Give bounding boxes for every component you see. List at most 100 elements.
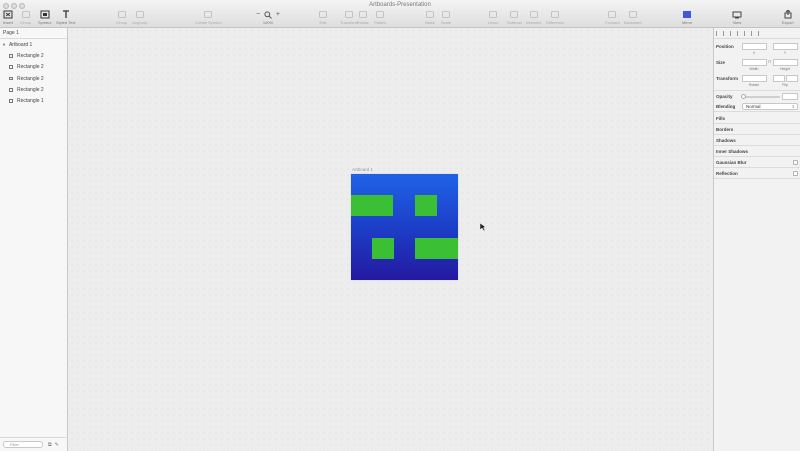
rectangle-layer-icon (9, 54, 13, 58)
opacity-slider-knob[interactable] (741, 94, 746, 99)
chevron-updown-icon: ⇕ (791, 104, 795, 109)
section-borders[interactable]: Borders (714, 124, 800, 135)
group-objects-icon (117, 11, 126, 18)
x-sublabel: X (752, 51, 756, 55)
enable-checkbox[interactable] (793, 171, 798, 176)
rectangle-top-left[interactable] (351, 195, 393, 216)
toolbar-button-insert[interactable]: Insert (3, 10, 13, 27)
rotate-sublabel: Rotate (748, 83, 760, 87)
toolbar-button-forward[interactable]: Forward (605, 10, 620, 27)
layer-rectangle[interactable]: Rectangle 2 (0, 62, 67, 73)
rotate-field[interactable] (742, 75, 767, 82)
flip-horizontal-button[interactable] (773, 75, 785, 82)
toolbar-button-ungroup[interactable]: Ungroup (132, 10, 147, 27)
rectangle-layer-icon (9, 76, 13, 81)
blending-row: Blending Normal ⇕ (714, 101, 800, 112)
rectangle-layer-icon (9, 88, 13, 92)
toolbar-button-label: Export (782, 20, 794, 25)
toolbar-button-label: Mirror (682, 20, 693, 25)
zoom-control[interactable]: − + 100% (256, 10, 280, 27)
align-left-icon[interactable] (716, 30, 720, 36)
toolbar-button-label: Forward (605, 20, 620, 25)
toolbar-button-view[interactable]: View (732, 10, 742, 27)
forward-icon (608, 11, 617, 18)
window-toolbar: Artboards-Presentation Insert Group Symbol… (0, 0, 800, 28)
layer-artboard[interactable]: ▼ Artboard 1 (0, 39, 67, 50)
union-icon (489, 11, 498, 18)
width-field[interactable] (742, 59, 767, 66)
toolbar-button-create-symbol[interactable]: Create Symbol (195, 10, 221, 27)
rectangle-bottom-left[interactable] (372, 238, 394, 259)
section-inner-shadows[interactable]: Inner Shadows (714, 146, 800, 157)
section-reflection[interactable]: Reflection (714, 168, 800, 179)
section-gaussian-blur[interactable]: Gaussian Blur (714, 157, 800, 168)
zoom-out-button[interactable]: − (256, 11, 260, 18)
toolbar-button-label: Mask (425, 20, 435, 25)
toolbar-button-intersect[interactable]: Intersect (526, 10, 541, 27)
filter-input[interactable]: Filter (3, 441, 43, 448)
toolbar-button-transform[interactable]: Transform (340, 10, 358, 27)
align-middle-icon[interactable] (744, 30, 748, 36)
toolbar-button-symbol[interactable]: Symbol (38, 10, 51, 27)
toolbar-button-group[interactable]: Group (20, 10, 31, 27)
toolbar-button-difference[interactable]: Difference (546, 10, 564, 27)
difference-icon (551, 11, 559, 18)
enable-checkbox[interactable] (793, 160, 798, 165)
distribute-icon[interactable] (758, 30, 762, 36)
rectangle-bottom-right[interactable] (415, 238, 458, 259)
align-bottom-icon[interactable] (751, 30, 755, 36)
artboard-label[interactable]: Artboard 1 (352, 167, 373, 172)
toolbar-button-label: Group (116, 20, 128, 25)
align-top-icon[interactable] (737, 30, 741, 36)
opacity-slider[interactable] (742, 96, 780, 98)
toolbar-button-label: Create Symbol (195, 20, 222, 25)
toolbar-button-label: Scale (441, 20, 452, 25)
toolbar-button-export[interactable]: Export (782, 10, 794, 27)
layer-rectangle[interactable]: Rectangle 2 (0, 73, 67, 84)
section-fills[interactable]: Fills (714, 113, 800, 124)
toolbar-button-backward[interactable]: Backward (624, 10, 642, 27)
page-selector[interactable]: Page 1 (0, 28, 67, 39)
flip-vertical-button[interactable] (786, 75, 798, 82)
toolbar-button-flatten[interactable]: Flatten (374, 10, 386, 27)
transform-label: Transform (716, 76, 739, 81)
disclosure-triangle-icon[interactable]: ▼ (2, 42, 6, 47)
x-field[interactable] (742, 43, 767, 50)
ungroup-icon (135, 11, 144, 18)
toolbar-button-group[interactable]: Group (116, 10, 127, 27)
y-field[interactable] (773, 43, 798, 50)
layer-rectangle[interactable]: Rectangle 1 (0, 95, 67, 106)
align-center-icon[interactable] (723, 30, 727, 36)
mask-icon (426, 11, 434, 18)
blending-select[interactable]: Normal ⇕ (742, 103, 798, 110)
magnifier-icon (264, 10, 272, 19)
rectangle-top-right[interactable] (415, 195, 437, 216)
toolbar-button-styled-text[interactable]: Styled Text (56, 10, 76, 27)
opacity-row: Opacity (714, 90, 800, 101)
width-sublabel: Width (749, 67, 759, 71)
height-sublabel: Height (779, 67, 791, 71)
height-field[interactable] (773, 59, 798, 66)
intersect-icon (529, 11, 538, 18)
toolbar-button-subtract[interactable]: Subtract (507, 10, 522, 27)
toolbar-button-label: Flatten (374, 20, 387, 25)
size-label: Size (716, 60, 726, 65)
layer-rectangle[interactable]: Rectangle 2 (0, 50, 67, 61)
inspector-panel: Position X Y Size ⊓ Width Height Transfo… (713, 28, 800, 451)
toolbar-button-scale[interactable]: Scale (441, 10, 451, 27)
canvas[interactable]: Artboard 1 (69, 28, 712, 451)
artboard[interactable] (351, 174, 458, 280)
layer-rectangle[interactable]: Rectangle 2 (0, 84, 67, 95)
toolbar-button-mask[interactable]: Mask (425, 10, 435, 27)
add-page-icon[interactable]: ⧉ (48, 442, 52, 448)
zoom-in-button[interactable]: + (276, 11, 280, 18)
section-shadows[interactable]: Shadows (714, 135, 800, 146)
align-right-icon[interactable] (730, 30, 734, 36)
toolbar-button-mirror[interactable]: Mirror (682, 10, 692, 27)
edit-pencil-icon[interactable]: ✎ (55, 442, 59, 448)
opacity-field[interactable] (782, 93, 798, 100)
lock-ratio-icon[interactable]: ⊓ (768, 59, 771, 64)
toolbar-button-union[interactable]: Union (488, 10, 498, 27)
toolbar-button-edit[interactable]: Edit (318, 10, 328, 27)
toolbar-button-rotate[interactable]: Rotate (357, 10, 369, 27)
